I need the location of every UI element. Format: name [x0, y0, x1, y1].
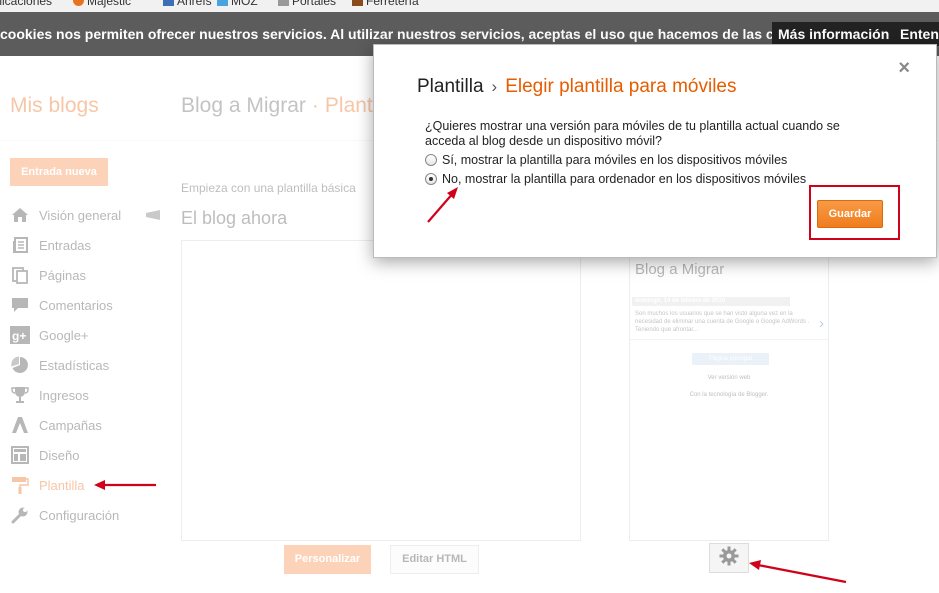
dialog-question: ¿Quieres mostrar una versión para móvile…	[425, 119, 840, 148]
sidebar-item-label: Google+	[39, 327, 89, 343]
bookmarks-bar: aplicaciones Majestic Ahrefs MOZ Portale…	[0, 0, 939, 12]
comments-icon	[10, 296, 30, 314]
more-info-button[interactable]: Más información	[772, 22, 896, 46]
edit-html-button[interactable]: Editar HTML	[390, 545, 479, 574]
dialog-breadcrumb: Plantilla › Elegir plantilla para móviles	[417, 76, 737, 98]
sidebar-item-diseno[interactable]: Diseño	[10, 440, 160, 470]
google-plus-icon: g+	[10, 326, 30, 344]
sidebar-item-google-plus[interactable]: g+ Google+	[10, 320, 160, 350]
current-blog-label: El blog ahora	[181, 208, 288, 228]
chevron-right-icon: ›	[819, 315, 824, 332]
sidebar-item-label: Estadísticas	[39, 357, 110, 373]
annotation-arrow-radio	[427, 187, 458, 223]
sidebar-item-label: Ingresos	[39, 387, 89, 403]
sidebar-item-estadisticas[interactable]: Estadísticas	[10, 350, 160, 380]
bookmark-portales[interactable]: Portales	[278, 0, 336, 8]
option-desktop-template[interactable]: No, mostrar la plantilla para ordenador …	[425, 172, 806, 186]
mobile-settings-button[interactable]	[709, 543, 749, 573]
sidebar-item-label: Configuración	[39, 507, 120, 523]
majestic-icon	[73, 0, 84, 6]
folder-icon	[278, 0, 289, 6]
mobile-preview-excerpt: Son muchos los usuarios que se han visto…	[635, 311, 810, 333]
option-mobile-template[interactable]: Sí, mostrar la plantilla para móviles en…	[425, 153, 787, 167]
gear-icon	[719, 546, 739, 571]
dialog-crumb-plantilla: Plantilla	[417, 76, 484, 97]
ahrefs-icon	[163, 0, 174, 6]
bookmark-aplicaciones[interactable]: aplicaciones	[0, 0, 52, 8]
mobile-preview-powered-by: Con la tecnología de Blogger.	[689, 392, 769, 398]
pages-icon	[10, 266, 30, 284]
mobile-preview-web-version: Ver versión web	[707, 375, 751, 381]
sidebar-item-label: Diseño	[39, 447, 80, 463]
mobile-preview-home-button: Página principal	[692, 353, 769, 365]
dialog-title: Elegir plantilla para móviles	[505, 76, 737, 97]
sidebar-item-label: Entradas	[39, 237, 92, 253]
customize-button[interactable]: Personalizar	[284, 545, 371, 574]
home-icon	[10, 206, 30, 224]
annotation-arrow-plantilla	[94, 480, 156, 490]
mobile-preview-divider	[630, 339, 828, 340]
option-label: Sí, mostrar la plantilla para móviles en…	[442, 153, 788, 167]
page-title: Blog a Migrar · Plantilla	[181, 94, 398, 118]
annotation-arrow-gear	[749, 560, 847, 584]
mobile-preview-date: domingo, 14 de febrero de 2016	[632, 297, 790, 306]
sidebar-item-vision-general[interactable]: Visión general	[10, 200, 160, 230]
annotation-highlight-box	[809, 185, 900, 240]
sidebar-item-configuracion[interactable]: Configuración	[10, 500, 160, 530]
moz-icon	[217, 0, 228, 6]
bookmark-ahrefs[interactable]: Ahrefs	[163, 0, 212, 8]
posts-icon	[10, 236, 30, 254]
layout-icon	[10, 446, 30, 464]
megaphone-icon	[146, 210, 160, 220]
blog-name[interactable]: Blog a Migrar	[181, 94, 306, 117]
title-separator: ·	[311, 94, 319, 117]
sidebar-item-label: Páginas	[39, 267, 86, 283]
sidebar-item-label: Comentarios	[39, 297, 113, 313]
accept-cookies-button[interactable]: Entendido	[894, 22, 939, 46]
close-icon[interactable]: ×	[898, 57, 910, 80]
cookie-text: cookies nos permiten ofrecer nuestros se…	[0, 26, 822, 42]
paint-roller-icon	[10, 476, 30, 494]
template-intro-text: Empieza con una plantilla básica	[181, 181, 356, 195]
sidebar-item-ingresos[interactable]: Ingresos	[10, 380, 160, 410]
sidebar-item-campanas[interactable]: Campañas	[10, 410, 160, 440]
sidebar-item-label: Visión general	[39, 207, 122, 223]
campaigns-icon	[10, 416, 30, 434]
sidebar-item-comentarios[interactable]: Comentarios	[10, 290, 160, 320]
brand-mis-blogs[interactable]: Mis blogs	[10, 94, 99, 118]
stats-icon	[10, 356, 30, 374]
desktop-preview	[181, 240, 581, 541]
ferreteria-icon	[352, 0, 363, 6]
trophy-icon	[10, 386, 30, 404]
radio-button[interactable]	[425, 154, 437, 166]
sidebar-item-entradas[interactable]: Entradas	[10, 230, 160, 260]
wrench-icon	[10, 506, 30, 524]
sidebar-item-label: Plantilla	[39, 477, 85, 493]
bookmark-moz[interactable]: MOZ	[217, 0, 258, 8]
mobile-preview: Blog a Migrar domingo, 14 de febrero de …	[629, 252, 829, 541]
sidebar-item-label: Campañas	[39, 417, 102, 433]
mobile-preview-title: Blog a Migrar	[635, 261, 725, 278]
new-post-button[interactable]: Entrada nueva	[10, 158, 108, 186]
bookmark-majestic[interactable]: Majestic	[73, 0, 131, 8]
option-label: No, mostrar la plantilla para ordenador …	[442, 172, 807, 186]
breadcrumb-arrow: ›	[491, 77, 498, 96]
svg-text:g+: g+	[12, 329, 26, 343]
sidebar-item-paginas[interactable]: Páginas	[10, 260, 160, 290]
bookmark-ferreteria[interactable]: Ferretería	[352, 0, 419, 8]
